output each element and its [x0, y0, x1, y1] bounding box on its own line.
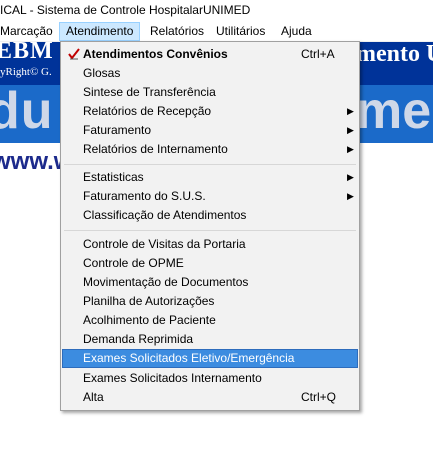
menu-item-label: Controle de Visitas da Portaria — [83, 237, 246, 251]
check-icon — [68, 48, 80, 60]
menu-item-glosas[interactable]: Glosas — [63, 64, 357, 83]
submenu-arrow-icon: ▶ — [347, 172, 354, 182]
menu-item-faturamento[interactable]: Faturamento ▶ — [63, 121, 357, 140]
menu-item-label: Glosas — [83, 66, 121, 80]
menu-separator — [64, 164, 356, 165]
menu-item-label: Sintese de Transferência — [83, 85, 216, 99]
menu-item-label: Relatórios de Internamento — [83, 142, 228, 156]
menu-item-label: Alta — [83, 390, 104, 404]
menu-item-sintese-transferencia[interactable]: Sintese de Transferência — [63, 83, 357, 102]
menu-item-label: Movimentação de Documentos — [83, 275, 249, 289]
title-bar: ICAL - Sistema de Controle HospitalarUNI… — [0, 0, 433, 22]
menu-item-exames-internamento[interactable]: Exames Solicitados Internamento — [63, 369, 357, 388]
menu-item-label: Estatisticas — [83, 170, 144, 184]
menu-item-shortcut: Ctrl+Q — [301, 390, 337, 404]
menu-item-label: Faturamento do S.U.S. — [83, 189, 206, 203]
band-right-text: ment — [356, 85, 433, 140]
banner-right-title: mento U — [356, 42, 433, 67]
menu-item-estatisticas[interactable]: Estatisticas ▶ — [63, 168, 357, 187]
menu-item-label: Planilha de Autorizações — [83, 294, 215, 308]
atendimento-dropdown: Atendimentos Convênios Ctrl+A Glosas Sin… — [60, 41, 360, 411]
menu-item-label: Controle de OPME — [83, 256, 184, 270]
menu-relatorios[interactable]: Relatórios — [144, 22, 210, 41]
menu-item-atendimentos-convenios[interactable]: Atendimentos Convênios Ctrl+A — [63, 45, 357, 64]
menu-item-controle-visitas[interactable]: Controle de Visitas da Portaria — [63, 235, 357, 254]
menu-item-label: Exames Solicitados Internamento — [83, 371, 262, 385]
menu-item-shortcut: Ctrl+A — [301, 47, 335, 61]
menu-item-label: Relatórios de Recepção — [83, 104, 212, 118]
menu-item-label: Atendimentos Convênios — [83, 47, 228, 61]
menu-utilitarios[interactable]: Utilitários — [210, 22, 271, 41]
menu-item-controle-opme[interactable]: Controle de OPME — [63, 254, 357, 273]
menu-item-movimentacao-documentos[interactable]: Movimentação de Documentos — [63, 273, 357, 292]
submenu-arrow-icon: ▶ — [347, 144, 354, 154]
menu-item-alta[interactable]: Alta Ctrl+Q — [63, 388, 357, 407]
menu-ajuda[interactable]: Ajuda — [275, 22, 318, 41]
menu-item-label: Demanda Reprimida — [83, 332, 194, 346]
banner-copyright: yRight© G. — [0, 66, 52, 78]
banner-left-title: EBM — [0, 42, 54, 64]
menu-item-label: Acolhimento de Paciente — [83, 313, 216, 327]
menu-item-acolhimento-paciente[interactable]: Acolhimento de Paciente — [63, 311, 357, 330]
menu-item-relatorios-recepcao[interactable]: Relatórios de Recepção ▶ — [63, 102, 357, 121]
menu-bar: Marcação Atendimento Relatórios Utilitár… — [0, 22, 433, 42]
menu-item-classificacao-atendimentos[interactable]: Classificação de Atendimentos — [63, 206, 357, 225]
menu-item-label: Exames Solicitados Eletivo/Emergência — [83, 351, 295, 365]
menu-atendimento[interactable]: Atendimento — [59, 22, 141, 41]
menu-item-label: Classificação de Atendimentos — [83, 208, 247, 222]
menu-item-planilha-autorizacoes[interactable]: Planilha de Autorizações — [63, 292, 357, 311]
menu-item-exames-eletivo-emergencia[interactable]: Exames Solicitados Eletivo/Emergência — [62, 349, 358, 368]
menu-item-label: Faturamento — [83, 123, 152, 137]
menu-marcacao[interactable]: Marcação — [0, 22, 59, 41]
submenu-arrow-icon: ▶ — [347, 125, 354, 135]
menu-item-relatorios-internamento[interactable]: Relatórios de Internamento ▶ — [63, 140, 357, 159]
menu-separator — [64, 230, 356, 231]
window-title: ICAL - Sistema de Controle HospitalarUNI… — [0, 3, 251, 17]
submenu-arrow-icon: ▶ — [347, 191, 354, 201]
menu-item-faturamento-sus[interactable]: Faturamento do S.U.S. ▶ — [63, 187, 357, 206]
menu-item-demanda-reprimida[interactable]: Demanda Reprimida — [63, 330, 357, 349]
band-left-text: du — [0, 85, 54, 140]
submenu-arrow-icon: ▶ — [347, 106, 354, 116]
